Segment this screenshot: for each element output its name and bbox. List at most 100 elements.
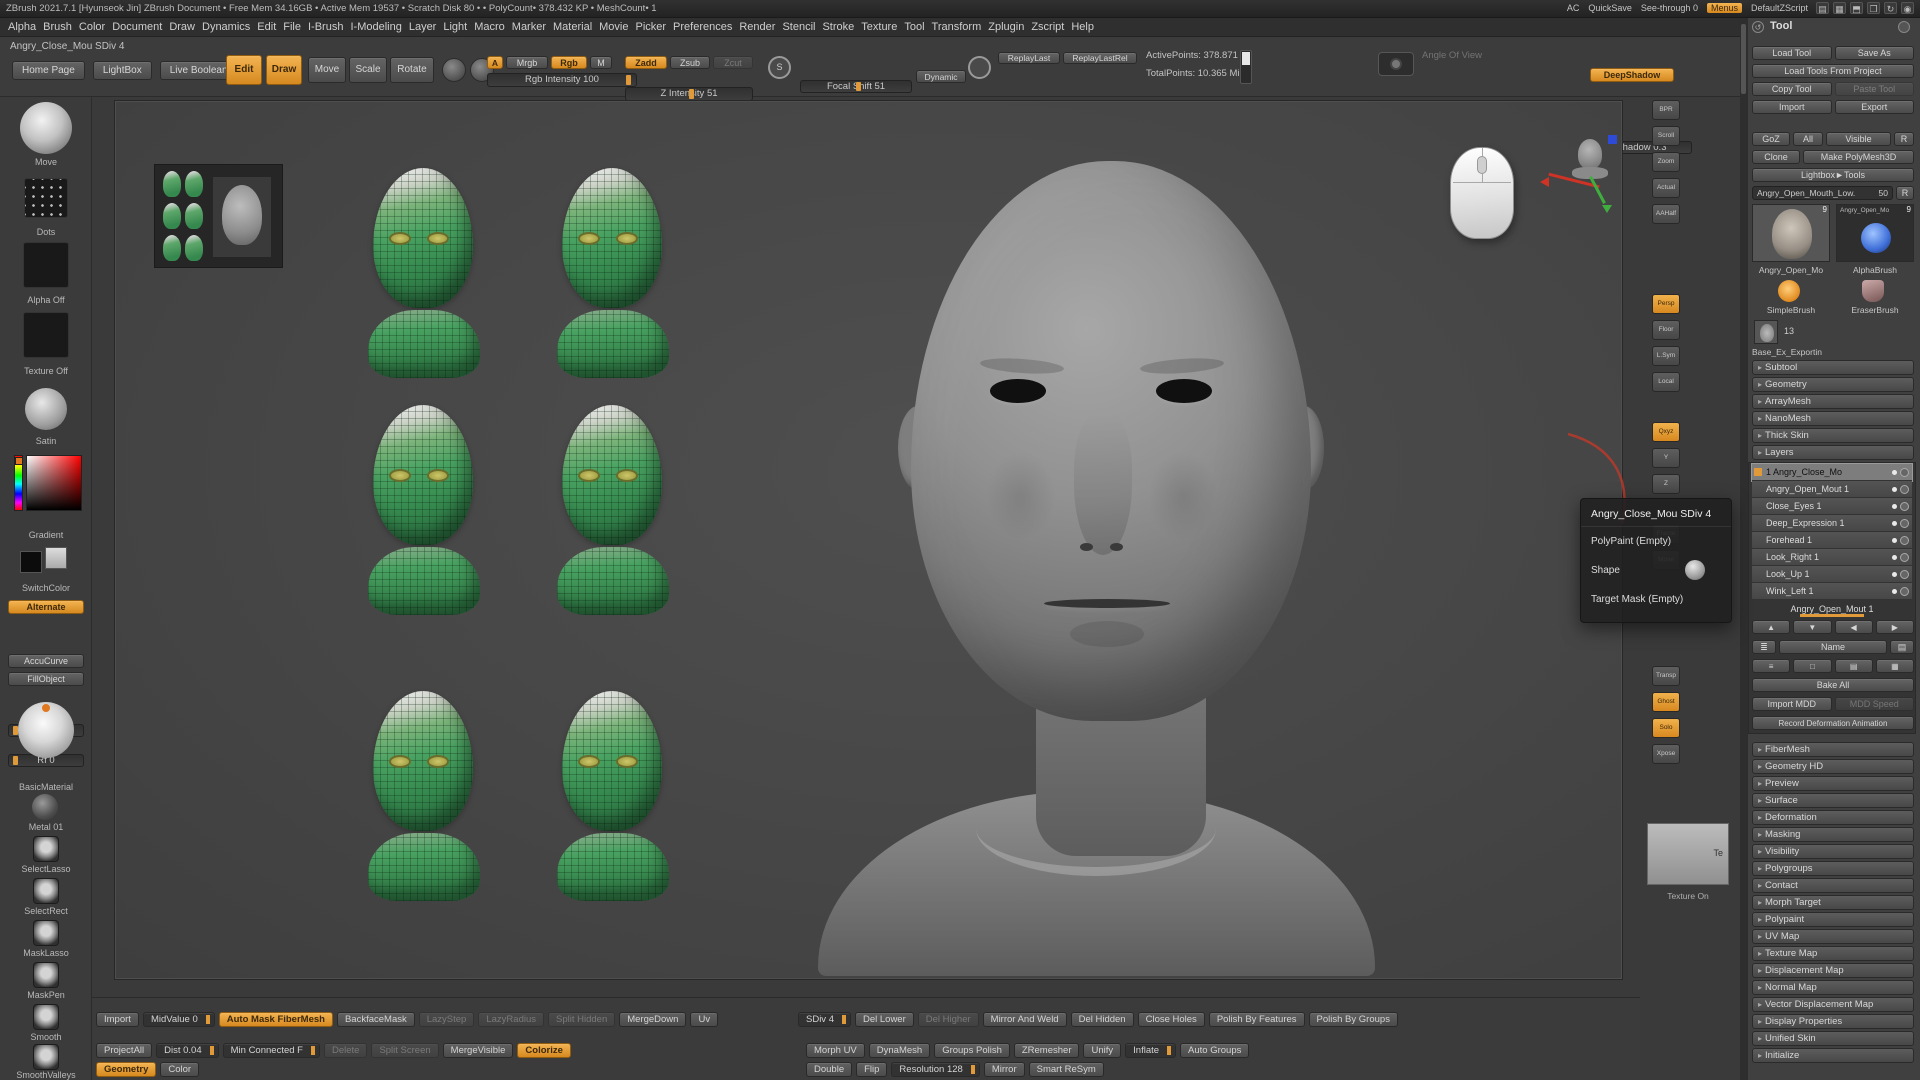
alpha-slot[interactable]	[23, 242, 69, 288]
palette-section-header[interactable]: ▸Vector Displacement Map	[1752, 997, 1914, 1012]
shelf-toggle-button[interactable]: BPR	[1652, 100, 1680, 120]
layer-move-button[interactable]: ▼	[1793, 620, 1831, 634]
import-button[interactable]: Import	[1752, 100, 1832, 114]
palette-section-header[interactable]: ▸NanoMesh	[1752, 411, 1914, 426]
sculptris-pro-icon[interactable]: S	[768, 56, 791, 79]
bottom-button[interactable]: Split Screen	[371, 1043, 438, 1058]
current-brush-icon[interactable]	[20, 102, 72, 154]
bottom-button[interactable]: Min Connected F	[223, 1043, 320, 1058]
bottom-button[interactable]: MergeVisible	[443, 1043, 514, 1058]
bottom-button[interactable]: LazyStep	[419, 1012, 475, 1027]
layer-intensity-dot[interactable]	[1892, 572, 1897, 577]
main-color-swatch[interactable]	[20, 551, 42, 573]
bake-all-button[interactable]: Bake All	[1752, 678, 1914, 692]
layer-visibility-icon[interactable]	[1900, 485, 1909, 494]
scale-button[interactable]: Scale	[349, 57, 387, 83]
layer-grid-icon[interactable]: ▤	[1890, 640, 1914, 654]
palette-section-header[interactable]: ▸Geometry HD	[1752, 759, 1914, 774]
palette-section-header[interactable]: ▸Display Properties	[1752, 1014, 1914, 1029]
zadd-button[interactable]: Zadd	[625, 56, 667, 69]
layer-visibility-icon[interactable]	[1900, 587, 1909, 596]
palette-section-header[interactable]: ▸Texture Map	[1752, 946, 1914, 961]
layer-row[interactable]: Deep_Expression 1	[1752, 515, 1912, 532]
menu-item[interactable]: Transform	[932, 21, 982, 33]
menu-item[interactable]: Render	[739, 21, 775, 33]
menu-item[interactable]: Texture	[861, 21, 897, 33]
shelf-toggle-button[interactable]: Transp	[1652, 666, 1680, 686]
menu-item[interactable]: Stroke	[822, 21, 854, 33]
menu-item[interactable]: Marker	[512, 21, 546, 33]
layer-visibility-icon[interactable]	[1900, 468, 1909, 477]
menu-item[interactable]: Tool	[904, 21, 924, 33]
bottom-button[interactable]: SDiv 4	[798, 1012, 851, 1027]
anchor-toggle[interactable]: A	[487, 56, 503, 69]
replay-last-button[interactable]: ReplayLast	[998, 52, 1060, 64]
layer-visibility-icon[interactable]	[1900, 519, 1909, 528]
menu-item[interactable]: File	[283, 21, 301, 33]
bottom-button[interactable]: Mirror	[984, 1062, 1025, 1077]
goz-r-button[interactable]: R	[1894, 132, 1914, 146]
layer-move-button[interactable]: ▲	[1752, 620, 1790, 634]
import-mdd-button[interactable]: Import MDD	[1752, 697, 1832, 711]
palette-section-header[interactable]: ▸Preview	[1752, 776, 1914, 791]
accucurve-button[interactable]: AccuCurve	[8, 654, 84, 668]
select-rect-icon[interactable]	[33, 878, 59, 904]
shelf-nav-button[interactable]: LightBox	[93, 61, 152, 80]
rgb-intensity-slider[interactable]: Rgb Intensity 100	[487, 73, 637, 87]
palette-section-header[interactable]: ▸UV Map	[1752, 929, 1914, 944]
clone-button[interactable]: Clone	[1752, 150, 1800, 164]
mdd-speed-button[interactable]: MDD Speed	[1835, 697, 1915, 711]
base-tool-thumbnail[interactable]	[1754, 320, 1778, 344]
shelf-toggle-button[interactable]: Scroll	[1652, 126, 1680, 146]
menu-item[interactable]: Document	[112, 21, 162, 33]
palette-section-header[interactable]: ▸Displacement Map	[1752, 963, 1914, 978]
layer-intensity-dot[interactable]	[1892, 555, 1897, 560]
radial-symmetry-icon[interactable]	[968, 56, 991, 79]
bottom-button[interactable]: Inflate	[1125, 1043, 1176, 1058]
menu-item[interactable]: Draw	[169, 21, 195, 33]
palette-section-header[interactable]: ▸ArrayMesh	[1752, 394, 1914, 409]
menu-item[interactable]: Picker	[635, 21, 666, 33]
metal-material-icon[interactable]	[32, 794, 58, 820]
bottom-button[interactable]: Import	[96, 1012, 139, 1027]
palette-section-header[interactable]: ▸Surface	[1752, 793, 1914, 808]
material-preview-icon[interactable]	[25, 388, 67, 430]
replay-last-rel-button[interactable]: ReplayLastRel	[1063, 52, 1137, 64]
bottom-tab[interactable]: Color	[160, 1062, 199, 1077]
palette-section-header[interactable]: ▸Normal Map	[1752, 980, 1914, 995]
shelf-toggle-button[interactable]: L.Sym	[1652, 346, 1680, 366]
popup-item[interactable]: Shape	[1581, 556, 1731, 585]
current-color-swatch[interactable]	[15, 457, 23, 465]
palette-section-header[interactable]: ▸Layers	[1752, 445, 1914, 460]
titlebar-status-item[interactable]: QuickSave	[1588, 3, 1632, 13]
menu-item[interactable]: I-Modeling	[350, 21, 401, 33]
bottom-button[interactable]: Close Holes	[1138, 1012, 1205, 1027]
layer-move-button[interactable]: ◀	[1835, 620, 1873, 634]
texture-slot[interactable]	[23, 312, 69, 358]
layer-intensity-dot[interactable]	[1892, 589, 1897, 594]
titlebar-icon[interactable]: ↻	[1884, 2, 1897, 14]
titlebar-icon[interactable]: ❐	[1867, 2, 1880, 14]
palette-menu-icon[interactable]	[1898, 21, 1910, 33]
eraser-brush-icon[interactable]	[1862, 280, 1884, 302]
palette-section-header[interactable]: ▸FiberMesh	[1752, 742, 1914, 757]
mini-head-thumb[interactable]	[185, 235, 203, 261]
shelf-toggle-button[interactable]: Z	[1652, 474, 1680, 494]
menu-item[interactable]: Preferences	[673, 21, 732, 33]
shelf-toggle-button[interactable]: Qxyz	[1652, 422, 1680, 442]
layer-visibility-icon[interactable]	[1900, 502, 1909, 511]
layer-option-icon-button[interactable]: □	[1793, 659, 1831, 673]
bottom-button[interactable]: Dist 0.04	[156, 1043, 219, 1058]
titlebar-status-item[interactable]: DefaultZScript	[1751, 3, 1808, 13]
palette-section-header[interactable]: ▸Unified Skin	[1752, 1031, 1914, 1046]
palette-section-header[interactable]: ▸Thick Skin	[1752, 428, 1914, 443]
paste-tool-button[interactable]: Paste Tool	[1835, 82, 1915, 96]
bottom-button[interactable]: LazyRadius	[478, 1012, 544, 1027]
rotate-button[interactable]: Rotate	[390, 57, 434, 83]
active-tool-thumbnail[interactable]: 9	[1752, 204, 1830, 262]
stroke-type-icon[interactable]	[24, 178, 68, 218]
bottom-button[interactable]: Smart ReSym	[1029, 1062, 1104, 1077]
copy-tool-button[interactable]: Copy Tool	[1752, 82, 1832, 96]
mini-head-thumb[interactable]	[163, 235, 181, 261]
bottom-button[interactable]: Morph UV	[806, 1043, 865, 1058]
